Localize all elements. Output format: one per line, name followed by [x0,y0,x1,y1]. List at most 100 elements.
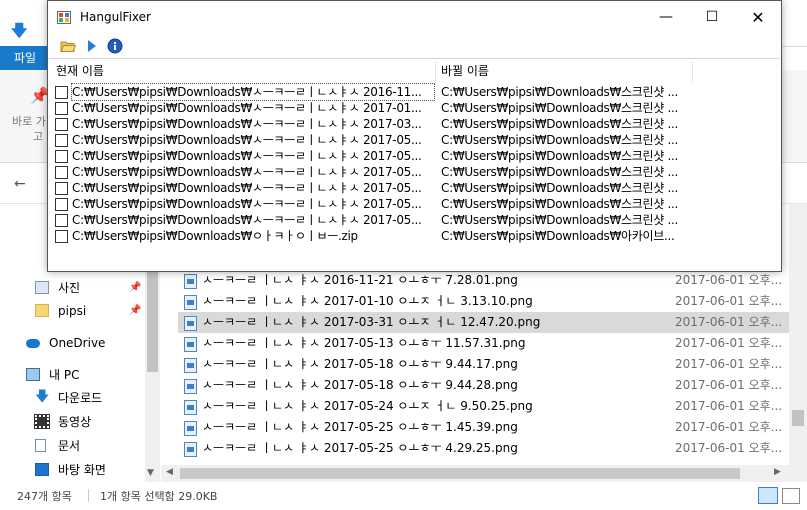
file-date: 2017-06-01 오후... [675,273,783,287]
rename-row[interactable]: C:₩Users₩pipsi₩Downloads₩ㅅㅡㅋㅡㄹㅣㄴㅅㅑㅅ 2017… [49,132,779,148]
nav-item-label: 문서 [58,439,81,453]
rename-row[interactable]: C:₩Users₩pipsi₩Downloads₩ㅅㅡㅋㅡㄹㅣㄴㅅㅑㅅ 2017… [49,148,779,164]
file-row[interactable]: ㅅㅡㅋㅡㄹ ㅣㄴㅅ ㅑㅅ 2017-01-10 ㅇㅗㅈ ㅓㄴ 3.13.10.p… [178,291,789,312]
new-path: C:₩Users₩pipsi₩Downloads₩스크린샷 ... [441,165,679,179]
new-path: C:₩Users₩pipsi₩Downloads₩스크린샷 ... [441,101,679,115]
play-icon[interactable] [84,38,100,54]
window-title: HangulFixer [80,10,151,24]
file-name: ㅅㅡㅋㅡㄹ ㅣㄴㅅ ㅑㅅ 2017-05-24 ㅇㅗㅈ ㅓㄴ 9.50.25.p… [202,399,533,413]
app-icon [57,11,71,24]
current-path: C:₩Users₩pipsi₩Downloads₩ㅅㅡㅋㅡㄹㅣㄴㅅㅑㅅ 2017… [72,133,422,147]
title-bar[interactable]: HangulFixer — ☐ ✕ [48,1,781,34]
current-path: C:₩Users₩pipsi₩Downloads₩ㅅㅡㅋㅡㄹㅣㄴㅅㅑㅅ 2017… [72,149,422,163]
rename-row[interactable]: C:₩Users₩pipsi₩Downloads₩ㅇㅏㅋㅏㅇㅣㅂㅡ.zip C:₩… [49,228,779,244]
row-checkbox[interactable] [55,182,68,195]
ribbon-file-tab[interactable]: 파일 [0,46,50,70]
pictures-folder-icon [35,281,49,294]
image-file-icon [184,400,197,415]
rename-row[interactable]: C:₩Users₩pipsi₩Downloads₩ㅅㅡㅋㅡㄹㅣㄴㅅㅑㅅ 2017… [49,212,779,228]
file-name: ㅅㅡㅋㅡㄹ ㅣㄴㅅ ㅑㅅ 2017-01-10 ㅇㅗㅈ ㅓㄴ 3.13.10.p… [202,294,533,308]
file-row[interactable]: ㅅㅡㅋㅡㄹ ㅣㄴㅅ ㅑㅅ 2017-05-13 ㅇㅗㅎㅜ 11.57.31.pn… [178,333,789,354]
info-icon[interactable] [107,38,123,54]
column-divider[interactable] [692,61,693,83]
image-file-icon [184,358,197,373]
nav-item-pictures[interactable]: 사진 📌 [0,277,145,299]
rename-row[interactable]: C:₩Users₩pipsi₩Downloads₩ㅅㅡㅋㅡㄹㅣㄴㅅㅑㅅ 2017… [49,116,779,132]
details-view-icon[interactable] [758,487,778,504]
nav-item-downloads[interactable]: 🡇 다운로드 [0,387,145,409]
column-header-current-name[interactable]: 현재 이름 [56,59,104,83]
scroll-down-arrow-icon[interactable]: ▼ [147,468,154,478]
pin-icon[interactable]: 📌 [129,300,141,322]
row-checkbox[interactable] [55,150,68,163]
file-row[interactable]: ㅅㅡㅋㅡㄹ ㅣㄴㅅ ㅑㅅ 2017-05-18 ㅇㅗㅎㅜ 9.44.28.png… [178,375,789,396]
folder-icon [35,304,49,317]
row-checkbox[interactable] [55,214,68,227]
rename-row[interactable]: C:₩Users₩pipsi₩Downloads₩ㅅㅡㅋㅡㄹㅣㄴㅅㅑㅅ 2017… [49,180,779,196]
row-checkbox[interactable] [55,134,68,147]
scroll-left-arrow-icon[interactable]: ◀ [166,467,173,477]
file-date: 2017-06-01 오후... [675,441,783,455]
new-path: C:₩Users₩pipsi₩Downloads₩스크린샷 ... [441,197,679,211]
row-checkbox[interactable] [55,102,68,115]
new-path: C:₩Users₩pipsi₩Downloads₩스크린샷 ... [441,133,679,147]
status-bar: 247개 항목 1개 항목 선택함 29.0KB [0,482,807,510]
current-path: C:₩Users₩pipsi₩Downloads₩ㅅㅡㅋㅡㄹㅣㄴㅅㅑㅅ 2016… [71,83,435,101]
nav-item-label: OneDrive [49,336,106,350]
file-list-scrollbar-thumb[interactable] [792,410,804,426]
image-file-icon [184,295,197,310]
rename-row[interactable]: C:₩Users₩pipsi₩Downloads₩ㅅㅡㅋㅡㄹㅣㄴㅅㅑㅅ 2017… [49,164,779,180]
file-date: 2017-06-01 오후... [675,420,783,434]
download-arrow-icon: 🡇 [35,389,50,405]
file-row[interactable]: ㅅㅡㅋㅡㄹ ㅣㄴㅅ ㅑㅅ 2017-05-25 ㅇㅗㅎㅜ 4.29.25.png… [178,438,789,459]
scroll-right-arrow-icon[interactable]: ▶ [774,467,781,477]
file-date: 2017-06-01 오후... [675,357,783,371]
image-file-icon [184,316,197,331]
hangulfixer-window: HangulFixer — ☐ ✕ 현재 이름 바뀔 이름 C:₩Users₩p… [47,0,782,272]
download-arrow-icon: 🡇 [11,21,28,40]
file-name: ㅅㅡㅋㅡㄹ ㅣㄴㅅ ㅑㅅ 2017-05-18 ㅇㅗㅎㅜ 9.44.17.png [202,357,518,371]
minimize-button[interactable]: — [643,1,689,34]
row-checkbox[interactable] [55,230,68,243]
row-checkbox[interactable] [55,86,68,99]
rename-row[interactable]: C:₩Users₩pipsi₩Downloads₩ㅅㅡㅋㅡㄹㅣㄴㅅㅑㅅ 2017… [49,100,779,116]
image-file-icon [184,274,197,289]
pin-icon[interactable]: 📌 [129,277,141,299]
file-list-scrollbar[interactable] [789,204,807,482]
current-path: C:₩Users₩pipsi₩Downloads₩ㅅㅡㅋㅡㄹㅣㄴㅅㅑㅅ 2017… [72,197,422,211]
file-row[interactable]: ㅅㅡㅋㅡㄹ ㅣㄴㅅ ㅑㅅ 2017-05-24 ㅇㅗㅈ ㅓㄴ 9.50.25.p… [178,396,789,417]
horizontal-scrollbar-thumb[interactable] [180,468,740,479]
large-icons-view-icon[interactable] [782,488,800,504]
rename-row[interactable]: C:₩Users₩pipsi₩Downloads₩ㅅㅡㅋㅡㄹㅣㄴㅅㅑㅅ 2017… [49,196,779,212]
status-selection-info: 1개 항목 선택함 29.0KB [100,490,218,503]
nav-item-documents[interactable]: 문서 [0,435,145,457]
nav-item-videos[interactable]: 동영상 [0,411,145,433]
rename-list-view: 현재 이름 바뀔 이름 C:₩Users₩pipsi₩Downloads₩ㅅㅡㅋ… [49,58,779,271]
nav-item-this-pc[interactable]: 내 PC [0,364,136,386]
computer-icon [26,368,40,381]
open-folder-icon[interactable] [60,38,76,54]
column-header-new-name[interactable]: 바뀔 이름 [441,59,489,83]
status-item-count: 247개 항목 [17,490,72,503]
nav-item-desktop[interactable]: 바탕 화면 [0,459,145,481]
file-name: ㅅㅡㅋㅡㄹ ㅣㄴㅅ ㅑㅅ 2017-03-31 ㅇㅗㅈ ㅓㄴ 12.47.20.… [202,315,541,329]
file-row[interactable]: ㅅㅡㅋㅡㄹ ㅣㄴㅅ ㅑㅅ 2017-03-31 ㅇㅗㅈ ㅓㄴ 12.47.20.… [178,312,789,333]
maximize-button[interactable]: ☐ [689,1,735,34]
row-checkbox[interactable] [55,118,68,131]
row-checkbox[interactable] [55,198,68,211]
new-path: C:₩Users₩pipsi₩Downloads₩아카이브... [441,229,675,243]
rename-row[interactable]: C:₩Users₩pipsi₩Downloads₩ㅅㅡㅋㅡㄹㅣㄴㅅㅑㅅ 2016… [49,83,779,101]
nav-item-onedrive[interactable]: OneDrive [0,332,136,354]
desktop-icon [35,463,49,476]
file-row[interactable]: ㅅㅡㅋㅡㄹ ㅣㄴㅅ ㅑㅅ 2017-05-18 ㅇㅗㅎㅜ 9.44.17.png… [178,354,789,375]
nav-item-label: pipsi [58,304,87,318]
file-row[interactable]: ㅅㅡㅋㅡㄹ ㅣㄴㅅ ㅑㅅ 2016-11-21 ㅇㅗㅎㅜ 7.28.01.png… [178,270,789,291]
nav-item-pipsi[interactable]: pipsi 📌 [0,300,145,322]
row-checkbox[interactable] [55,166,68,179]
close-button[interactable]: ✕ [735,1,781,34]
new-path: C:₩Users₩pipsi₩Downloads₩스크린샷 ... [441,85,679,99]
column-divider[interactable] [435,61,436,83]
back-arrow-icon[interactable]: ← [14,176,26,192]
image-file-icon [184,379,197,394]
file-row[interactable]: ㅅㅡㅋㅡㄹ ㅣㄴㅅ ㅑㅅ 2017-05-25 ㅇㅗㅎㅜ 1.45.39.png… [178,417,789,438]
